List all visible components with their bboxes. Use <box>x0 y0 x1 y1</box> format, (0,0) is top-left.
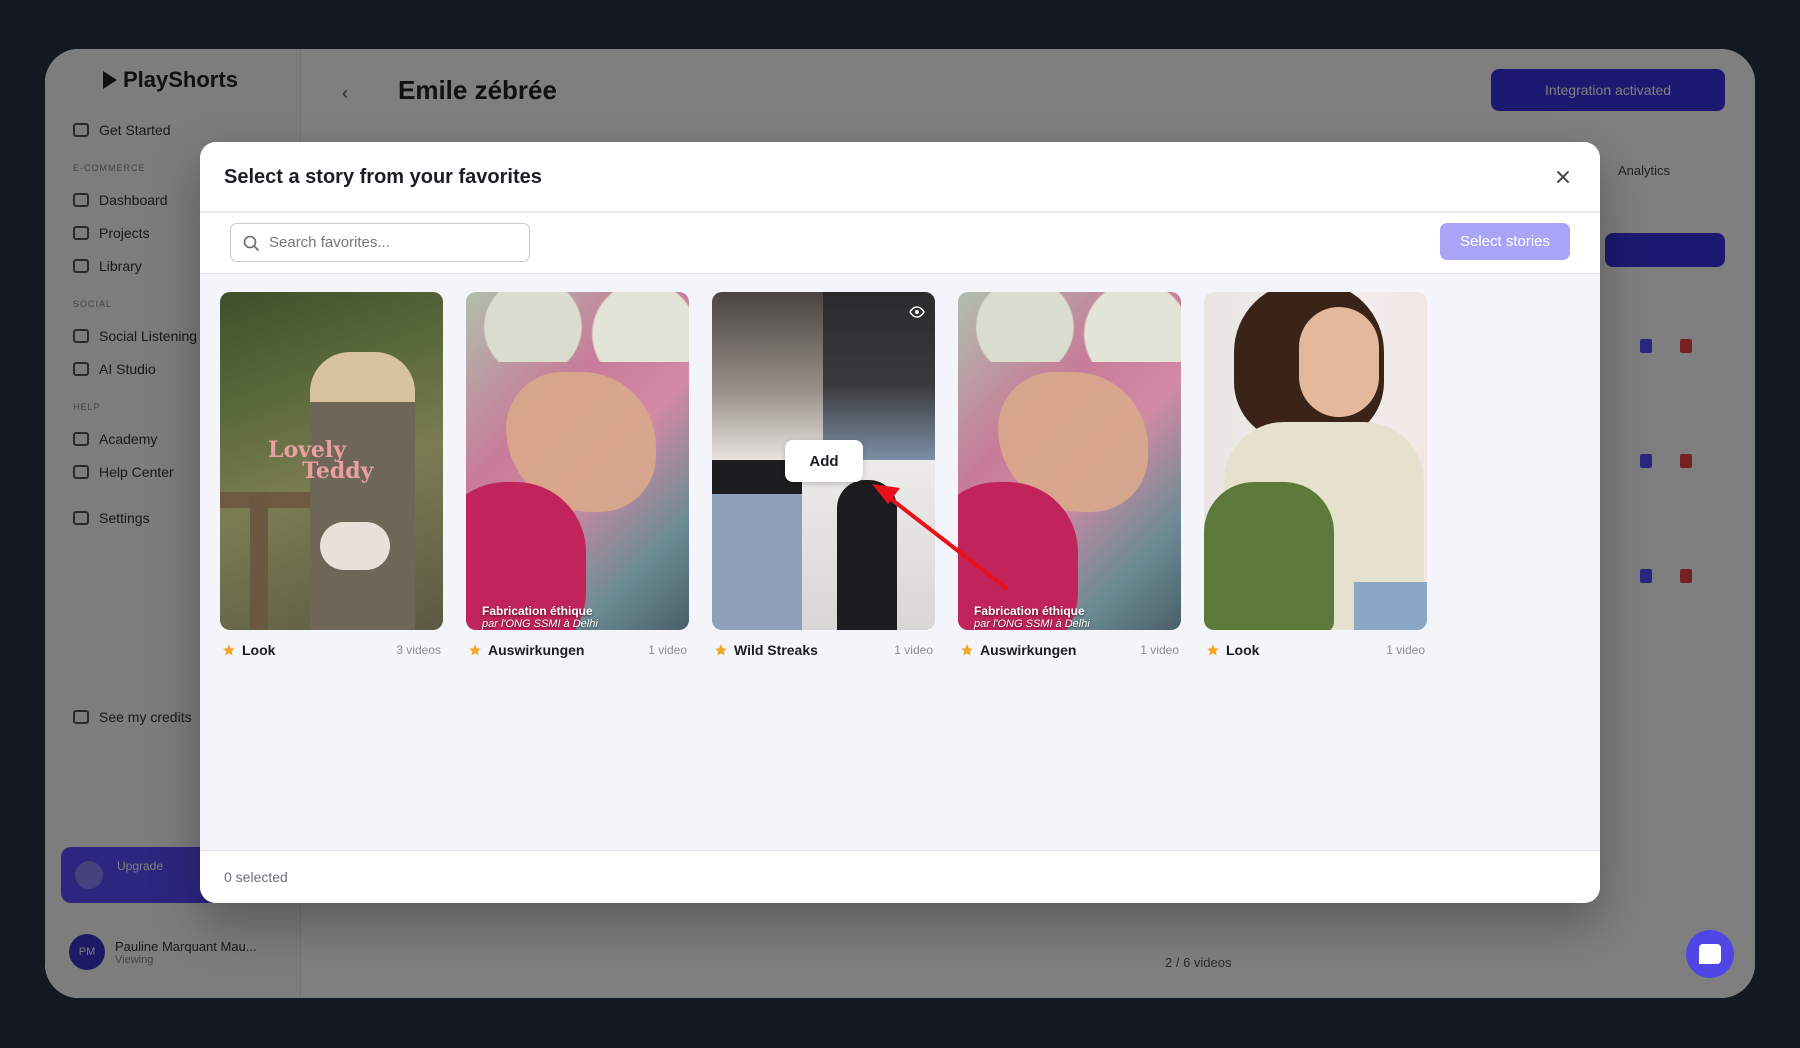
modal-footer: 0 selected <box>200 850 1600 903</box>
thumbnail-art <box>958 292 1181 362</box>
card-meta: Auswirkungen 1 video <box>468 642 687 660</box>
story-title: Look <box>242 642 276 658</box>
thumbnail-art <box>712 292 823 460</box>
caption-line: Fabrication éthique <box>974 604 1085 618</box>
select-stories-button[interactable]: Select stories <box>1440 223 1570 260</box>
close-icon[interactable] <box>1550 164 1576 190</box>
thumbnail-art <box>802 460 935 630</box>
thumbnail-art <box>1204 482 1334 630</box>
caption-line: par l'ONG SSMI à Delhi <box>482 618 598 630</box>
story-title: Look <box>1226 642 1260 658</box>
card-meta: Look 3 videos <box>222 642 441 660</box>
star-icon <box>961 644 973 656</box>
thumbnail-art <box>250 492 268 630</box>
video-count: 1 video <box>1140 643 1179 657</box>
modal-title: Select a story from your favorites <box>224 166 542 188</box>
story-card[interactable]: Lovely Teddy Look 3 videos <box>220 292 443 658</box>
add-button[interactable]: Add <box>785 440 863 482</box>
star-icon <box>469 644 481 656</box>
story-title: Wild Streaks <box>734 642 818 658</box>
search-input[interactable] <box>269 224 525 261</box>
modal-header: Select a story from your favorites <box>200 142 1600 212</box>
video-count: 1 video <box>1386 643 1425 657</box>
modal-toolbar: Select stories <box>200 213 1600 274</box>
thumbnail-overlay-text: Lovely Teddy <box>268 439 374 484</box>
overlay-line: Teddy <box>302 457 374 484</box>
story-title: Auswirkungen <box>488 642 585 658</box>
star-icon <box>223 644 235 656</box>
favorites-modal: Select a story from your favorites Selec… <box>200 142 1600 903</box>
video-count: 3 videos <box>396 643 441 657</box>
thumbnail-art <box>712 460 802 630</box>
story-thumbnail[interactable]: Fabrication éthique par l'ONG SSMI à Del… <box>466 292 689 630</box>
card-meta: Look 1 video <box>1206 642 1425 660</box>
star-icon <box>1207 644 1219 656</box>
card-meta: Wild Streaks 1 video <box>714 642 933 660</box>
thumbnail-art <box>1299 307 1379 417</box>
story-title: Auswirkungen <box>980 642 1077 658</box>
story-card[interactable]: Fabrication éthique par l'ONG SSMI à Del… <box>958 292 1181 658</box>
video-count: 1 video <box>648 643 687 657</box>
story-card[interactable]: Look 1 video <box>1204 292 1427 658</box>
search-field[interactable] <box>230 223 530 262</box>
story-card[interactable]: Fabrication éthique par l'ONG SSMI à Del… <box>466 292 689 658</box>
card-meta: Auswirkungen 1 video <box>960 642 1179 660</box>
caption-line: par l'ONG SSMI à Delhi <box>974 618 1090 630</box>
story-thumbnail[interactable]: Add <box>712 292 935 630</box>
thumbnail-art <box>320 522 390 570</box>
caption-line: Fabrication éthique <box>482 604 593 618</box>
thumbnail-caption: Fabrication éthique par l'ONG SSMI à Del… <box>482 604 598 630</box>
chat-icon[interactable] <box>1686 930 1734 978</box>
thumbnail-art <box>1354 582 1427 630</box>
thumbnail-caption: Fabrication éthique par l'ONG SSMI à Del… <box>974 604 1090 630</box>
eye-icon[interactable] <box>909 306 925 318</box>
video-count: 1 video <box>894 643 933 657</box>
search-icon <box>243 235 259 251</box>
chat-bubble-glyph <box>1699 944 1721 964</box>
star-icon <box>715 644 727 656</box>
story-thumbnail[interactable] <box>1204 292 1427 630</box>
story-thumbnail[interactable]: Lovely Teddy <box>220 292 443 630</box>
thumbnail-art <box>310 352 415 630</box>
story-thumbnail[interactable]: Fabrication éthique par l'ONG SSMI à Del… <box>958 292 1181 630</box>
thumbnail-art <box>466 292 689 362</box>
story-card[interactable]: Add Wild Streaks 1 video <box>712 292 935 658</box>
selected-count: 0 selected <box>224 869 288 885</box>
